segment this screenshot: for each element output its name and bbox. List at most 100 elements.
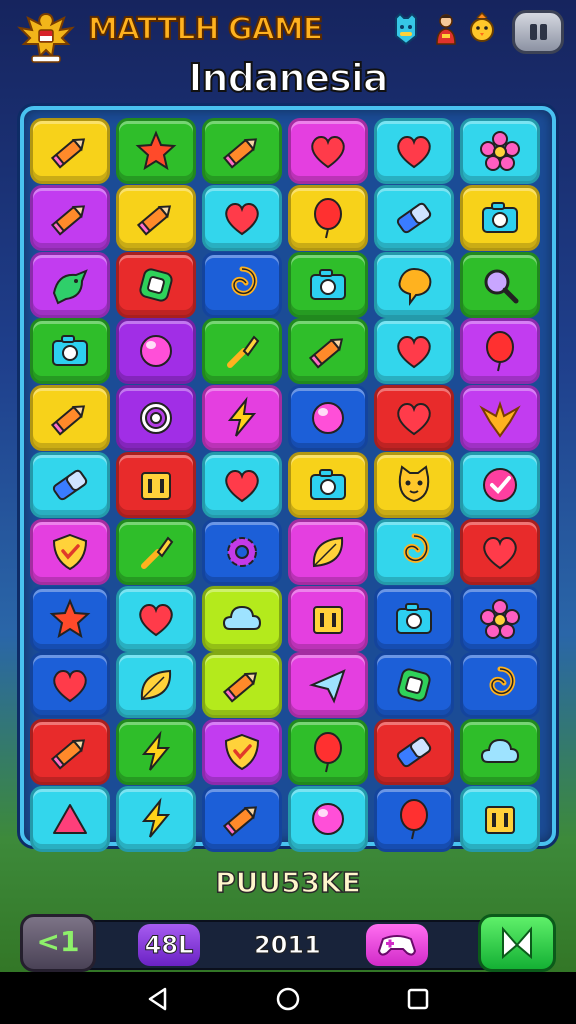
camera-icon	[482, 201, 518, 233]
garuda-icon	[479, 401, 521, 438]
triangle-icon	[53, 804, 87, 834]
bottom-bar: <1 48L 2011	[20, 914, 556, 972]
board-tile[interactable]	[460, 585, 540, 652]
status-label: PUU53KE	[214, 865, 361, 900]
board-tile[interactable]	[116, 518, 196, 585]
board-tile[interactable]	[288, 585, 368, 652]
board-tile[interactable]	[288, 385, 368, 452]
board-tile[interactable]	[288, 184, 368, 251]
board-tile[interactable]	[460, 184, 540, 251]
ball-icon	[140, 335, 172, 368]
flower-icon	[480, 598, 520, 639]
board-tile[interactable]	[116, 385, 196, 452]
board-tile[interactable]	[288, 719, 368, 786]
board-tile[interactable]	[288, 118, 368, 184]
board-tile[interactable]	[116, 452, 196, 518]
pencil-icon	[50, 405, 86, 436]
bolt-icon	[141, 730, 171, 771]
board-tile[interactable]	[202, 251, 282, 318]
board-tile[interactable]	[288, 786, 368, 852]
board-tile[interactable]	[116, 719, 196, 786]
pencil-icon	[308, 338, 344, 369]
board-tile[interactable]	[30, 318, 110, 385]
board-tile[interactable]	[374, 452, 454, 518]
cat-badge-icon[interactable]	[392, 12, 420, 46]
board-tile[interactable]	[202, 318, 282, 385]
board-tile[interactable]	[202, 786, 282, 852]
board-tile[interactable]	[374, 385, 454, 452]
board-tile[interactable]	[30, 585, 110, 652]
character-icon[interactable]	[432, 12, 460, 46]
board-tile[interactable]	[116, 585, 196, 652]
board-tile[interactable]	[116, 251, 196, 318]
board-tile[interactable]	[460, 251, 540, 318]
plane-icon	[308, 669, 346, 704]
board-tile[interactable]	[288, 318, 368, 385]
board-tile[interactable]	[202, 452, 282, 518]
ball-icon	[312, 402, 344, 435]
pencil-icon	[50, 739, 86, 770]
balloon-icon	[314, 197, 342, 239]
board-tile[interactable]	[116, 652, 196, 719]
board-tile[interactable]	[116, 118, 196, 184]
board-tile[interactable]	[374, 318, 454, 385]
board-tile[interactable]	[374, 251, 454, 318]
board-tile[interactable]	[460, 786, 540, 852]
board-tile[interactable]	[30, 719, 110, 786]
boost-button[interactable]	[366, 924, 428, 966]
board-tile[interactable]	[374, 518, 454, 585]
board-tile[interactable]	[374, 184, 454, 251]
pencil-icon	[136, 205, 172, 236]
camera-icon	[52, 335, 88, 367]
heart-icon	[139, 603, 173, 636]
leaf-icon	[312, 536, 344, 567]
board-tile[interactable]	[374, 786, 454, 852]
board-tile[interactable]	[374, 719, 454, 786]
board-tile[interactable]	[30, 118, 110, 184]
board-tile[interactable]	[116, 786, 196, 852]
board-tile[interactable]	[30, 385, 110, 452]
home-nav-icon[interactable]	[275, 986, 301, 1012]
board-tile[interactable]	[202, 118, 282, 184]
board-tile[interactable]	[30, 184, 110, 251]
board-tile[interactable]	[288, 652, 368, 719]
board-tile[interactable]	[202, 184, 282, 251]
board-tile[interactable]	[460, 719, 540, 786]
board-tile[interactable]	[202, 518, 282, 585]
board-tile[interactable]	[202, 719, 282, 786]
shield-icon	[224, 734, 260, 771]
board-tile[interactable]	[460, 385, 540, 452]
board-tile[interactable]	[374, 118, 454, 184]
star-icon	[135, 130, 177, 171]
board-tile[interactable]	[288, 251, 368, 318]
pause-button[interactable]	[512, 10, 564, 54]
board-tile[interactable]	[30, 452, 110, 518]
board-tile[interactable]	[30, 518, 110, 585]
check-icon	[483, 468, 517, 502]
board-tile[interactable]	[460, 652, 540, 719]
play-button[interactable]	[478, 914, 556, 972]
board-tile[interactable]	[202, 652, 282, 719]
board-tile[interactable]	[460, 118, 540, 184]
board-tile[interactable]	[30, 251, 110, 318]
board-tile[interactable]	[374, 652, 454, 719]
board-tile[interactable]	[460, 518, 540, 585]
heart-icon	[311, 136, 345, 169]
chick-icon[interactable]	[468, 12, 496, 46]
back-button[interactable]: <1	[20, 914, 96, 972]
board-tile[interactable]	[288, 452, 368, 518]
board-tile[interactable]	[460, 318, 540, 385]
balloon-icon	[314, 732, 342, 773]
heart-icon	[397, 136, 431, 169]
recents-nav-icon[interactable]	[405, 986, 431, 1012]
board-tile[interactable]	[202, 385, 282, 452]
board-tile[interactable]	[202, 585, 282, 652]
board-tile[interactable]	[460, 452, 540, 518]
board-tile[interactable]	[288, 518, 368, 585]
back-nav-icon[interactable]	[145, 986, 171, 1012]
board-tile[interactable]	[116, 184, 196, 251]
board-tile[interactable]	[374, 585, 454, 652]
board-tile[interactable]	[30, 786, 110, 852]
board-tile[interactable]	[30, 652, 110, 719]
board-tile[interactable]	[116, 318, 196, 385]
